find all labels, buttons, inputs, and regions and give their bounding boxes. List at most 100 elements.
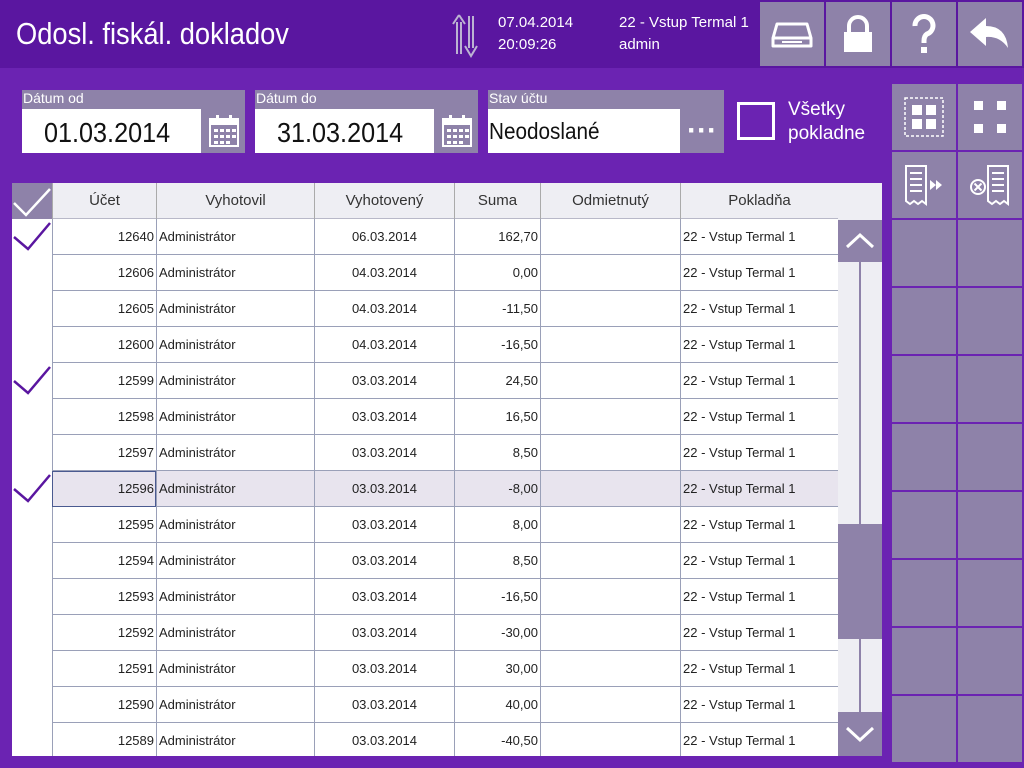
cell-vyhotoveny: 03.03.2014 (314, 543, 454, 579)
row-checkbox[interactable] (12, 291, 52, 327)
cell-suma: 8,00 (454, 507, 540, 543)
tool-button-empty[interactable] (892, 424, 956, 490)
table-row[interactable]: 12596 Administrátor 03.03.2014 -8,00 22 - Vs… (12, 471, 838, 507)
cell-suma: 40,00 (454, 687, 540, 723)
column-header-pokladna[interactable]: Pokladňa (680, 183, 838, 219)
row-checkbox[interactable] (12, 543, 52, 579)
row-checkbox[interactable] (12, 363, 52, 399)
table-row[interactable]: 12598 Administrátor 03.03.2014 16,50 22 - Vs… (12, 399, 838, 435)
tool-button-empty[interactable] (958, 696, 1022, 762)
table-scrollbar[interactable] (838, 183, 882, 756)
table-row[interactable]: 12597 Administrátor 03.03.2014 8,50 22 - Vst… (12, 435, 838, 471)
select-all-button[interactable] (892, 84, 956, 150)
table-row[interactable]: 12600 Administrátor 04.03.2014 -16,50 22 - V… (12, 327, 838, 363)
table-row[interactable]: 12590 Administrátor 03.03.2014 40,00 22 - Vs… (12, 687, 838, 723)
back-button[interactable] (958, 2, 1022, 66)
row-checkbox[interactable] (12, 651, 52, 687)
page-title: Odosl. fiskál. dokladov (16, 16, 289, 51)
row-checkbox[interactable] (12, 435, 52, 471)
column-header-suma[interactable]: Suma (454, 183, 540, 219)
tool-button-empty[interactable] (892, 288, 956, 354)
row-checkbox[interactable] (12, 399, 52, 435)
row-checkbox[interactable] (12, 615, 52, 651)
column-header-ucet[interactable]: Účet (52, 183, 156, 219)
sort-icon[interactable] (450, 12, 480, 58)
select-all-icon (904, 97, 944, 137)
cell-pokladna: 22 - Vstup Termal 1 (680, 471, 838, 507)
cell-pokladna: 22 - Vstup Termal 1 (680, 363, 838, 399)
date-from-input[interactable]: 01.03.2014 (22, 109, 201, 153)
tool-button-empty[interactable] (892, 696, 956, 762)
row-checkbox[interactable] (12, 579, 52, 615)
lock-button[interactable] (826, 2, 890, 66)
status-input[interactable]: Neodoslané (488, 109, 680, 153)
printer-icon (771, 22, 813, 48)
cell-vyhotovil: Administrátor (156, 219, 314, 255)
row-checkbox[interactable] (12, 507, 52, 543)
cell-vyhotoveny: 04.03.2014 (314, 327, 454, 363)
cell-suma: -11,50 (454, 291, 540, 327)
status-more-button[interactable]: ··· (680, 109, 724, 153)
row-checkbox[interactable] (12, 219, 52, 255)
row-checkbox[interactable] (12, 255, 52, 291)
table-row[interactable]: 12605 Administrátor 04.03.2014 -11,50 22 - V… (12, 291, 838, 327)
cell-suma: -8,00 (454, 471, 540, 507)
table-row[interactable]: 12593 Administrátor 03.03.2014 -16,50 22 - V… (12, 579, 838, 615)
column-header-vyhotovil[interactable]: Vyhotovil (156, 183, 314, 219)
tool-button-empty[interactable] (958, 288, 1022, 354)
table-row[interactable]: 12589 Administrátor 03.03.2014 -40,50 22 - V… (12, 723, 838, 756)
tool-button-empty[interactable] (958, 220, 1022, 286)
cell-suma: 16,50 (454, 399, 540, 435)
tool-button-empty[interactable] (958, 492, 1022, 558)
all-registers-checkbox[interactable] (737, 102, 775, 140)
scroll-thumb[interactable] (838, 524, 882, 639)
date-to-calendar-button[interactable] (435, 109, 478, 153)
table-row[interactable]: 12640 Administrátor 06.03.2014 162,70 22 - V… (12, 219, 838, 255)
table-row[interactable]: 12595 Administrátor 03.03.2014 8,00 22 - Vst… (12, 507, 838, 543)
table-row[interactable]: 12606 Administrátor 04.03.2014 0,00 22 - Vst… (12, 255, 838, 291)
scroll-down-button[interactable] (838, 712, 882, 756)
column-header-vyhotoveny[interactable]: Vyhotovený (314, 183, 454, 219)
tool-button-empty[interactable] (958, 356, 1022, 422)
column-header-odmietnuty[interactable]: Odmietnutý (540, 183, 680, 219)
date-to-input[interactable]: 31.03.2014 (255, 109, 434, 153)
status-value: Neodoslané (489, 118, 600, 144)
table-row[interactable]: 12599 Administrátor 03.03.2014 24,50 22 - Vs… (12, 363, 838, 399)
help-button[interactable] (892, 2, 956, 66)
date-from-calendar-button[interactable] (202, 109, 245, 153)
cell-pokladna: 22 - Vstup Termal 1 (680, 291, 838, 327)
cell-ucet: 12589 (52, 723, 156, 756)
print-button[interactable] (760, 2, 824, 66)
scroll-up-button[interactable] (838, 220, 882, 262)
row-checkbox[interactable] (12, 327, 52, 363)
back-icon (970, 18, 1008, 48)
tool-button-empty[interactable] (958, 628, 1022, 694)
header-date: 07.04.2014 (498, 14, 574, 31)
cell-ucet: 12593 (52, 579, 156, 615)
cell-ucet: 12600 (52, 327, 156, 363)
table-row[interactable]: 12592 Administrátor 03.03.2014 -30,00 22 - V… (12, 615, 838, 651)
table-row[interactable]: 12594 Administrátor 03.03.2014 8,50 22 - Vst… (12, 543, 838, 579)
row-checkbox[interactable] (12, 723, 52, 756)
cell-vyhotoveny: 03.03.2014 (314, 687, 454, 723)
send-receipt-button[interactable] (892, 152, 956, 218)
row-checkbox[interactable] (12, 687, 52, 723)
cell-vyhotoveny: 03.03.2014 (314, 471, 454, 507)
tool-button-empty[interactable] (892, 560, 956, 626)
cell-vyhotovil: Administrátor (156, 687, 314, 723)
tool-button-empty[interactable] (892, 492, 956, 558)
row-checkbox[interactable] (12, 471, 52, 507)
status-label: Stav účtu (489, 90, 548, 106)
table-row[interactable]: 12591 Administrátor 03.03.2014 30,00 22 - Vs… (12, 651, 838, 687)
tool-button-empty[interactable] (958, 560, 1022, 626)
cell-odmietnuty (540, 399, 680, 435)
cell-suma: -16,50 (454, 327, 540, 363)
deselect-all-button[interactable] (958, 84, 1022, 150)
check-icon (13, 366, 51, 395)
cancel-receipt-button[interactable] (958, 152, 1022, 218)
tool-button-empty[interactable] (958, 424, 1022, 490)
header-select-all-checkbox[interactable] (12, 183, 52, 219)
tool-button-empty[interactable] (892, 220, 956, 286)
tool-button-empty[interactable] (892, 356, 956, 422)
tool-button-empty[interactable] (892, 628, 956, 694)
